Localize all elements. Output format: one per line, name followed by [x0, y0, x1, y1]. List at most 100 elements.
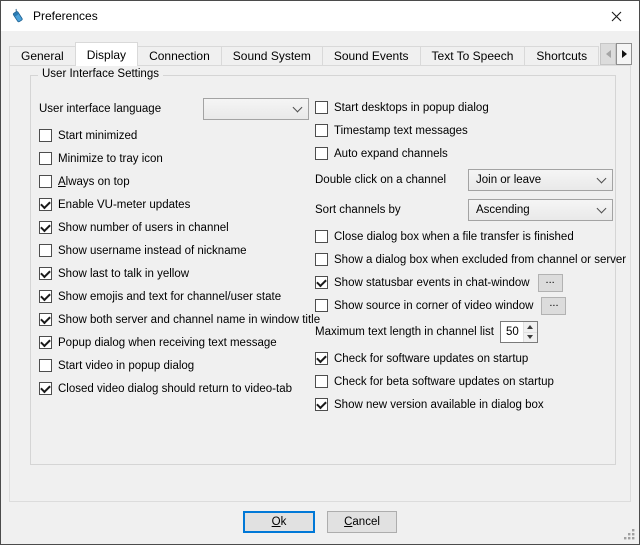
checkbox-minimize-to-tray-icon[interactable]: [39, 152, 52, 165]
checkbox-show-a-dialog-box-when-excluded-from-channel-or-server[interactable]: [315, 253, 328, 266]
checkbox-check-for-beta-software-updates-on-startup[interactable]: [315, 375, 328, 388]
checkbox-timestamp-text-messages[interactable]: [315, 124, 328, 137]
checkbox-start-video-in-popup-dialog[interactable]: [39, 359, 52, 372]
row-always-on-top: Always on top: [39, 174, 309, 189]
checkbox-popup-dialog-when-receiving-text-message[interactable]: [39, 336, 52, 349]
tab-sound-events[interactable]: Sound Events: [322, 46, 421, 66]
combobox-double-click-on-a-channel[interactable]: Join or leave: [468, 169, 613, 191]
tab-video[interactable]: Video: [598, 46, 599, 66]
label-check-for-software-updates-on-startup[interactable]: Check for software updates on startup: [334, 353, 528, 365]
right-column: Start desktops in popup dialog Timestamp …: [315, 100, 615, 412]
label-timestamp-text-messages[interactable]: Timestamp text messages: [334, 125, 468, 137]
label-start-video-in-popup-dialog[interactable]: Start video in popup dialog: [58, 360, 194, 372]
dialog-button-row: Ok Cancel: [1, 511, 639, 533]
checkbox-show-emojis-and-text-for-channel-user-state[interactable]: [39, 290, 52, 303]
checkbox-show-username-instead-of-nickname[interactable]: [39, 244, 52, 257]
row-timestamp-text-messages: Timestamp text messages: [315, 123, 615, 138]
label-show-emojis-and-text-for-channel-user-state[interactable]: Show emojis and text for channel/user st…: [58, 291, 281, 303]
row-show-both-server-and-channel-name-in-window-title: Show both server and channel name in win…: [39, 312, 309, 327]
close-icon[interactable]: [594, 1, 639, 31]
language-label: User interface language: [39, 103, 203, 115]
checkbox-show-last-to-talk-in-yellow[interactable]: [39, 267, 52, 280]
row-show-number-of-users-in-channel: Show number of users in channel: [39, 220, 309, 235]
row-enable-vu-meter-updates: Enable VU-meter updates: [39, 197, 309, 212]
checkbox-auto-expand-channels[interactable]: [315, 147, 328, 160]
spin-down-icon[interactable]: [524, 332, 537, 343]
window-title: Preferences: [33, 9, 98, 23]
tab-connection[interactable]: Connection: [137, 46, 222, 66]
tab-shortcuts[interactable]: Shortcuts: [524, 46, 599, 66]
checkbox-always-on-top[interactable]: [39, 175, 52, 188]
checkbox-show-statusbar-events-in-chat-window[interactable]: [315, 276, 328, 289]
row-close-dialog-box-when-a-file-transfer-is-finished: Close dialog box when a file transfer is…: [315, 229, 615, 244]
checkmark-icon: [40, 291, 51, 302]
label-show-new-version-available-in-dialog-box[interactable]: Show new version available in dialog box: [334, 399, 544, 411]
tab-scroll-right-icon[interactable]: [616, 43, 632, 65]
row-show-a-dialog-box-when-excluded-from-channel-or-server: Show a dialog box when excluded from cha…: [315, 252, 615, 267]
label-double-click-on-a-channel: Double click on a channel: [315, 174, 468, 186]
label-enable-vu-meter-updates[interactable]: Enable VU-meter updates: [58, 199, 190, 211]
checkmark-icon: [40, 314, 51, 325]
checkbox-enable-vu-meter-updates[interactable]: [39, 198, 52, 211]
checkbox-show-number-of-users-in-channel[interactable]: [39, 221, 52, 234]
resize-grip-icon[interactable]: [623, 528, 636, 541]
browse-button-show-statusbar-events-in-chat-window[interactable]: ...: [538, 274, 563, 292]
title-bar[interactable]: Preferences: [1, 1, 639, 31]
left-column: User interface language Start minimized M…: [39, 98, 309, 396]
group-user-interface-settings: User Interface Settings User interface l…: [30, 75, 616, 465]
row-start-desktops-in-popup-dialog: Start desktops in popup dialog: [315, 100, 615, 115]
checkbox-check-for-software-updates-on-startup[interactable]: [315, 352, 328, 365]
label-show-statusbar-events-in-chat-window[interactable]: Show statusbar events in chat-window: [334, 277, 530, 289]
row-maximum-text-length-in-channel-list: Maximum text length in channel list50: [315, 321, 615, 343]
spinbox-maximum-text-length-in-channel-list[interactable]: 50: [500, 321, 538, 343]
combobox-sort-channels-by[interactable]: Ascending: [468, 199, 613, 221]
label-sort-channels-by: Sort channels by: [315, 204, 468, 216]
browse-button-show-source-in-corner-of-video-window[interactable]: ...: [541, 297, 566, 315]
checkbox-show-new-version-available-in-dialog-box[interactable]: [315, 398, 328, 411]
checkbox-show-source-in-corner-of-video-window[interactable]: [315, 299, 328, 312]
row-auto-expand-channels: Auto expand channels: [315, 146, 615, 161]
row-show-username-instead-of-nickname: Show username instead of nickname: [39, 243, 309, 258]
checkbox-close-dialog-box-when-a-file-transfer-is-finished[interactable]: [315, 230, 328, 243]
checkbox-show-both-server-and-channel-name-in-window-title[interactable]: [39, 313, 52, 326]
label-start-minimized[interactable]: Start minimized: [58, 130, 137, 142]
group-title: User Interface Settings: [38, 68, 163, 80]
row-double-click-on-a-channel: Double click on a channelJoin or leave: [315, 169, 615, 191]
label-show-both-server-and-channel-name-in-window-title[interactable]: Show both server and channel name in win…: [58, 314, 320, 326]
label-always-on-top[interactable]: Always on top: [58, 176, 130, 188]
chevron-down-icon: [293, 103, 303, 113]
label-show-number-of-users-in-channel[interactable]: Show number of users in channel: [58, 222, 229, 234]
chevron-down-icon: [597, 204, 607, 214]
tab-scroll-left-icon: [600, 43, 616, 65]
row-start-video-in-popup-dialog: Start video in popup dialog: [39, 358, 309, 373]
tab-text-to-speech[interactable]: Text To Speech: [420, 46, 526, 66]
label-check-for-beta-software-updates-on-startup[interactable]: Check for beta software updates on start…: [334, 376, 554, 388]
label-show-last-to-talk-in-yellow[interactable]: Show last to talk in yellow: [58, 268, 189, 280]
row-show-statusbar-events-in-chat-window: Show statusbar events in chat-window...: [315, 275, 615, 290]
checkbox-start-desktops-in-popup-dialog[interactable]: [315, 101, 328, 114]
label-closed-video-dialog-should-return-to-video-tab[interactable]: Closed video dialog should return to vid…: [58, 383, 292, 395]
label-minimize-to-tray-icon[interactable]: Minimize to tray icon: [58, 153, 163, 165]
checkbox-start-minimized[interactable]: [39, 129, 52, 142]
label-start-desktops-in-popup-dialog[interactable]: Start desktops in popup dialog: [334, 102, 489, 114]
checkmark-icon: [40, 337, 51, 348]
label-show-a-dialog-box-when-excluded-from-channel-or-server[interactable]: Show a dialog box when excluded from cha…: [334, 254, 626, 266]
spin-up-icon[interactable]: [524, 322, 537, 332]
label-show-source-in-corner-of-video-window[interactable]: Show source in corner of video window: [334, 300, 533, 312]
tab-display[interactable]: Display: [75, 42, 138, 66]
cancel-button[interactable]: Cancel: [327, 511, 397, 533]
preferences-window: Preferences GeneralDisplayConnectionSoun…: [0, 0, 640, 545]
label-auto-expand-channels[interactable]: Auto expand channels: [334, 148, 448, 160]
row-popup-dialog-when-receiving-text-message: Popup dialog when receiving text message: [39, 335, 309, 350]
row-show-new-version-available-in-dialog-box: Show new version available in dialog box: [315, 397, 615, 412]
checkmark-icon: [316, 277, 327, 288]
tab-sound-system[interactable]: Sound System: [221, 46, 323, 66]
label-close-dialog-box-when-a-file-transfer-is-finished[interactable]: Close dialog box when a file transfer is…: [334, 231, 574, 243]
ok-button[interactable]: Ok: [243, 511, 315, 533]
language-combobox[interactable]: [203, 98, 309, 120]
checkmark-icon: [40, 383, 51, 394]
tab-general[interactable]: General: [9, 46, 76, 66]
checkbox-closed-video-dialog-should-return-to-video-tab[interactable]: [39, 382, 52, 395]
label-popup-dialog-when-receiving-text-message[interactable]: Popup dialog when receiving text message: [58, 337, 277, 349]
label-show-username-instead-of-nickname[interactable]: Show username instead of nickname: [58, 245, 247, 257]
